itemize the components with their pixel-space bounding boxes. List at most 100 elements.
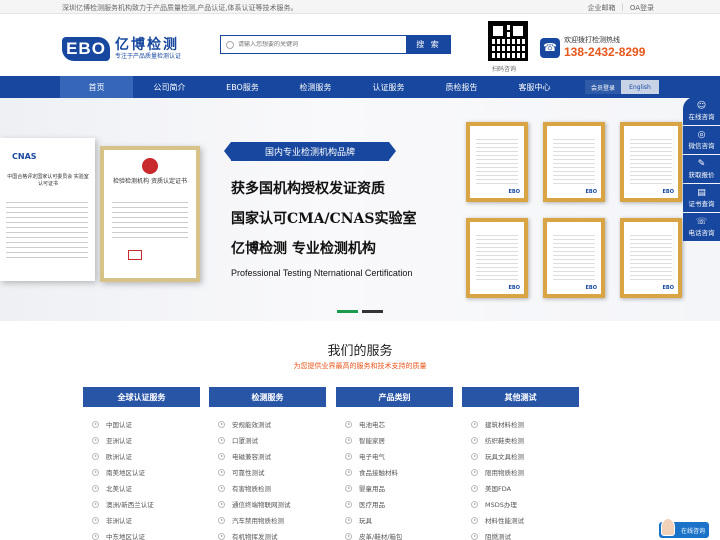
list-item[interactable]: 美国FDA [462,480,579,496]
search-button[interactable]: 搜 索 [406,35,451,54]
column-list: 建筑材料检测 纺织鞋类检测 玩具文具检测 限用物质检测 美国FDA MSDS办理… [462,416,579,540]
cma-cert-title: 检验检测机构 资质认定证书 [113,178,187,185]
nav-testing[interactable]: 检测服务 [279,76,352,98]
carousel-dot-2[interactable] [362,310,383,313]
list-item[interactable]: 有机物挥发测试 [209,528,326,540]
list-item[interactable]: 电池电芯 [336,416,453,432]
arrow-circle-icon [345,420,352,428]
list-item[interactable]: 智能家居 [336,432,453,448]
enterprise-mail-link[interactable]: 企业邮箱 [587,3,615,13]
arrow-circle-icon [218,452,225,460]
nav-home[interactable]: 首页 [60,76,133,98]
list-item[interactable]: 纺织鞋类检测 [462,432,579,448]
english-button[interactable]: English [621,80,659,94]
list-item[interactable]: 南美地区认证 [83,464,200,480]
cert-text-lines [6,198,88,258]
arrow-circle-icon [92,468,99,476]
float-online-consult[interactable]: ☺ 在线咨询 [683,97,720,125]
float-phone-consult[interactable]: ☏ 电话咨询 [683,213,720,241]
nav-certification[interactable]: 认证服务 [352,76,425,98]
arrow-circle-icon [345,516,352,524]
list-item[interactable]: 玩具文具检测 [462,448,579,464]
list-item[interactable]: 医疗用品 [336,496,453,512]
site-logo[interactable]: EBO 亿博检测 专注于产品质量检测认证 [62,34,188,64]
list-item[interactable]: 电子电气 [336,448,453,464]
float-wechat-consult[interactable]: ◎ 微信咨询 [683,126,720,154]
hotline-number[interactable]: 138-2432-8299 [564,45,645,59]
list-item-label: 有害物质检测 [232,485,271,493]
cma-certificate-image: 检验检测机构 资质认定证书 [100,146,200,282]
site-intro: 深圳亿博检测服务机构致力于产品质量检测,产品认证,体系认证等技术服务。 [62,4,298,12]
float-label: 获取报价 [688,171,715,179]
column-header[interactable]: 产品类别 [336,387,453,407]
arrow-circle-icon [471,420,478,428]
list-item[interactable]: 北美认证 [83,480,200,496]
list-item[interactable]: 非洲认证 [83,512,200,528]
list-item-label: 婴童用品 [359,485,385,493]
list-item[interactable]: 汽车禁用物质检测 [209,512,326,528]
list-item-label: 中东地区认证 [106,533,145,540]
list-item[interactable]: 安规能效测试 [209,416,326,432]
nav-items: 首页 公司简介 EBO服务 检测服务 认证服务 质检报告 客服中心 [60,76,571,98]
arrow-circle-icon [218,484,225,492]
list-item-label: 阻燃测试 [485,533,511,540]
list-item[interactable]: 电磁兼容测试 [209,448,326,464]
nav-right: 会员登录 English [585,80,659,94]
list-item[interactable]: 中国认证 [83,416,200,432]
list-item[interactable]: 中东地区认证 [83,528,200,540]
list-item[interactable]: 通信终端物联网测试 [209,496,326,512]
list-item[interactable]: 阻燃测试 [462,528,579,540]
column-header[interactable]: 检测服务 [209,387,326,407]
cnas-cert-title: 中国合格评定国家认可委员会 实验室认可证书 [7,174,89,187]
float-get-quote[interactable]: ✎ 获取报价 [683,155,720,183]
nav-service-center[interactable]: 客服中心 [498,76,571,98]
list-item[interactable]: 限用物质检测 [462,464,579,480]
list-item[interactable]: 建筑材料检测 [462,416,579,432]
oa-login-link[interactable]: OA登录 [630,3,654,13]
carousel-dots [337,310,383,313]
nav-about[interactable]: 公司简介 [133,76,206,98]
column-header[interactable]: 全球认证服务 [83,387,200,407]
framed-certificate [466,122,528,202]
list-item[interactable]: 食品接触材料 [336,464,453,480]
arrow-circle-icon [345,500,352,508]
list-item[interactable]: 口罩测试 [209,432,326,448]
online-consult-button[interactable]: 在线咨询 [659,518,709,538]
list-item[interactable]: 亚洲认证 [83,432,200,448]
float-cert-query[interactable]: ▤ 证书查询 [683,184,720,212]
arrow-circle-icon [471,484,478,492]
list-item[interactable]: 玩具 [336,512,453,528]
list-item[interactable]: 欧洲认证 [83,448,200,464]
member-login-button[interactable]: 会员登录 [585,80,621,94]
arrow-circle-icon [345,436,352,444]
float-label: 证书查询 [688,200,715,208]
search-input[interactable] [238,41,388,48]
agent-avatar [661,518,675,536]
list-item-label: 北美认证 [106,485,132,493]
nav-ebo-services[interactable]: EBO服务 [206,76,279,98]
list-item[interactable]: 婴童用品 [336,480,453,496]
list-item-label: 美国FDA [485,485,512,493]
list-item-label: 皮革/鞋材/箱包 [359,533,403,540]
arrow-circle-icon [218,436,225,444]
list-item[interactable]: MSDS办理 [462,496,579,512]
list-item[interactable]: 有害物质检测 [209,480,326,496]
list-item[interactable]: 澳洲/新西兰认证 [83,496,200,512]
logo-mark: EBO [62,37,110,61]
framed-certificate [543,122,605,202]
list-item[interactable]: 可靠性测试 [209,464,326,480]
list-item[interactable]: 皮革/鞋材/箱包 [336,528,453,540]
hotline-label: 欢迎拨打检测热线 [564,36,620,44]
list-item-label: 限用物质检测 [485,469,524,477]
search-box [220,35,406,54]
column-header[interactable]: 其他测试 [462,387,579,407]
list-item[interactable]: 材料性能测试 [462,512,579,528]
nav-reports[interactable]: 质检报告 [425,76,498,98]
top-bar: 深圳亿博检测服务机构致力于产品质量检测,产品认证,体系认证等技术服务。 企业邮箱… [0,0,720,14]
service-column-global-cert: 全球认证服务 中国认证 亚洲认证 欧洲认证 南美地区认证 北美认证 澳洲/新西兰… [83,387,200,540]
services-title: 我们的服务 [327,344,393,359]
carousel-dot-1[interactable] [337,310,358,313]
hero-banner[interactable]: CNAS 中国合格评定国家认可委员会 实验室认可证书 检验检测机构 资质认定证书… [0,98,720,321]
cma-seal-icon [128,250,142,260]
list-item-label: 非洲认证 [106,517,132,525]
